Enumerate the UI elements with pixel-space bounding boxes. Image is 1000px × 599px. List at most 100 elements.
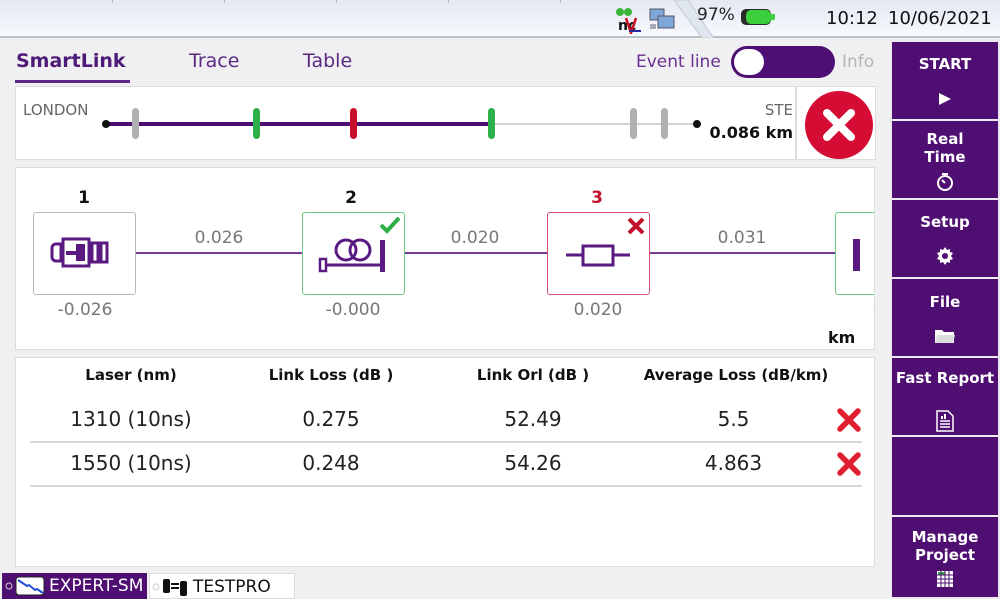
results-table: Laser (nm) Link Loss (dB ) Link Orl (dB … [15, 357, 875, 567]
event-card-4[interactable] [835, 212, 874, 295]
clock-date: 10/06/2021 [888, 8, 992, 29]
clock-time: 10:12 [826, 8, 878, 29]
real-time-button[interactable]: Real Time [892, 121, 998, 198]
project-grid-icon [937, 571, 953, 587]
connector-icon [50, 237, 109, 268]
fail-x-icon [837, 452, 861, 476]
radio-indicator-icon [152, 583, 160, 591]
fast-report-button[interactable]: Fast Report [892, 358, 998, 435]
info-label[interactable]: Info [842, 52, 874, 72]
link-total-distance: 0.086 km [709, 123, 794, 142]
system-status-bar: nc 97% 10:12 10/06/2021 [0, 0, 1000, 38]
event-marker-neutral[interactable] [630, 108, 637, 139]
event-loss: -0.026 [57, 300, 113, 320]
active-tab-indicator [15, 80, 130, 83]
battery-icon [741, 9, 775, 25]
distance-unit: km [828, 328, 856, 347]
app-tab-label: TESTPRO [193, 577, 271, 597]
link-orl-cell: 52.49 [504, 407, 562, 431]
view-mode-toggle[interactable] [731, 46, 835, 78]
radio-indicator-icon [5, 582, 13, 590]
link-orl-cell: 54.26 [504, 451, 562, 475]
event-number: 3 [591, 188, 603, 208]
segment-length: 0.020 [450, 228, 500, 248]
column-header: Average Loss (dB/km) [643, 366, 829, 384]
app-tab-expert-sm[interactable]: EXPERT-SM [2, 573, 147, 599]
file-label: File [929, 293, 961, 311]
otdr-trace-icon [15, 576, 45, 596]
link-end-label: STE [764, 101, 793, 119]
avg-loss-cell: 5.5 [717, 407, 750, 431]
testpro-icon [163, 579, 187, 596]
tab-trace[interactable]: Trace [189, 50, 239, 72]
column-header: Link Loss (dB ) [268, 366, 394, 384]
event-marker-neutral[interactable] [661, 108, 668, 139]
link-end-point [693, 120, 701, 128]
application-tabs: EXPERT-SM TESTPRO [0, 573, 890, 599]
column-header: Laser (nm) [85, 366, 177, 384]
report-icon [936, 410, 954, 432]
segment-line [650, 252, 836, 254]
app-tab-testpro[interactable]: TESTPRO [149, 573, 295, 599]
event-diagram-panel: 0.026 0.020 0.031 1 -0.026 2 -0.000 3 0.… [15, 167, 875, 350]
event-loss: -0.000 [325, 300, 381, 320]
fail-status-badge [805, 91, 873, 159]
manage-project-button[interactable]: Manage Project [892, 517, 998, 597]
segment-length: 0.026 [194, 228, 244, 248]
event-number: 2 [345, 188, 357, 208]
setup-button[interactable]: Setup [892, 200, 998, 277]
action-sidebar: START Real Time Setup File Fast Report M… [890, 40, 1000, 599]
event-loss: ( [799, 300, 874, 320]
tab-smartlink[interactable]: SmartLink [16, 50, 126, 72]
link-loss-cell: 0.248 [302, 451, 360, 475]
row-divider [30, 441, 862, 443]
start-label: START [918, 55, 972, 73]
stopwatch-icon [937, 173, 953, 191]
start-button[interactable]: START [892, 42, 998, 119]
link-overview-panel: LONDON STE 0.086 km [15, 86, 796, 160]
event-marker-pass[interactable] [488, 108, 495, 139]
segment-line [405, 252, 547, 254]
fail-x-icon [627, 217, 645, 235]
app-tab-label: EXPERT-SM [49, 576, 144, 596]
link-loss-cell: 0.275 [302, 407, 360, 431]
link-start-point [102, 120, 110, 128]
overall-status-panel [796, 86, 876, 160]
close-x-icon [823, 109, 855, 141]
folder-icon [935, 330, 955, 343]
fail-x-icon [837, 408, 861, 432]
event-card-1[interactable] [33, 212, 136, 295]
link-overview-bar [102, 108, 701, 139]
event-marker-neutral[interactable] [132, 108, 139, 139]
play-icon [939, 93, 951, 105]
event-card-2[interactable] [302, 212, 405, 295]
battery-percentage: 97% [697, 5, 735, 25]
toggle-knob[interactable] [734, 49, 764, 75]
pass-check-icon [379, 216, 401, 234]
segment-line [136, 252, 302, 254]
network-users-icon[interactable]: nc [616, 8, 641, 34]
laser-cell: 1550 (10ns) [70, 451, 192, 475]
event-line-label[interactable]: Event line [636, 52, 721, 72]
column-header: Link Orl (dB ) [476, 366, 590, 384]
fast-report-label: Fast Report [895, 369, 995, 387]
event-card-3[interactable] [547, 212, 650, 295]
event-marker-fail[interactable] [350, 108, 357, 139]
laser-cell: 1310 (10ns) [70, 407, 192, 431]
segment-length: 0.031 [717, 228, 767, 248]
row-divider [30, 485, 862, 487]
file-button[interactable]: File [892, 279, 998, 356]
avg-loss-cell: 4.863 [704, 451, 763, 475]
tab-table[interactable]: Table [303, 50, 352, 72]
event-marker-pass[interactable] [253, 108, 260, 139]
setup-label: Setup [920, 213, 970, 231]
gear-icon [937, 247, 953, 265]
otdr-smartlink-screen: nc 97% 10:12 10/06/2021 SmartLink Trace … [0, 0, 1000, 599]
event-loss: 0.020 [573, 300, 623, 320]
system-tray: nc [616, 8, 675, 34]
real-time-label: Real Time [924, 130, 966, 166]
manage-project-label: Manage Project [911, 528, 979, 564]
event-number: 1 [78, 188, 90, 208]
computer-network-icon[interactable] [649, 8, 675, 29]
empty-softkey[interactable] [892, 437, 998, 515]
